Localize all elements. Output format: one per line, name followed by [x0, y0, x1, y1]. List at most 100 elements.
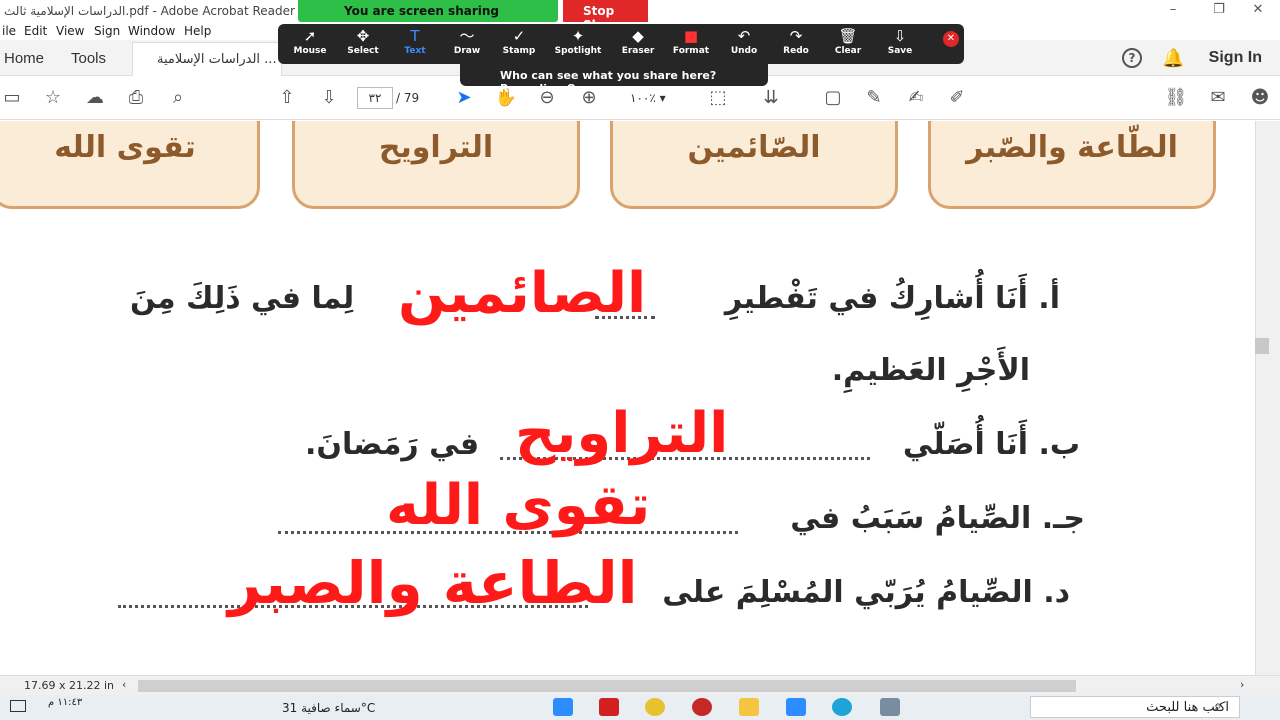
- help-icon[interactable]: ?: [1122, 48, 1142, 68]
- word-box-taqwa: تقوى الله: [0, 121, 260, 209]
- scroll-left-icon[interactable]: ‹: [122, 678, 126, 691]
- acrobat-window: الدراسات الإسلامية ثالث.pdf - Adobe Acro…: [0, 0, 1280, 720]
- annot-tool-select[interactable]: ✥ Select: [336, 26, 390, 64]
- annot-tool-format[interactable]: ■ Format: [664, 26, 718, 64]
- annot-label: Clear: [834, 46, 862, 56]
- annot-tool-text[interactable]: T Text: [388, 26, 442, 64]
- scroll-right-icon[interactable]: ›: [1240, 678, 1244, 691]
- minimize-button[interactable]: –: [1158, 2, 1188, 20]
- annotation-toolbar: ➚ Mouse ✥ Select T Text 〜 Draw ✓ Stamp ✦ Spotl…: [278, 24, 964, 64]
- upload-cloud-icon[interactable]: ☁: [83, 86, 107, 110]
- question-b-right: ب. أَنَا أُصَلّي: [902, 427, 1080, 462]
- annot-tool-spotlight[interactable]: ✦ Spotlight: [551, 26, 605, 64]
- email-icon[interactable]: ✉: [1206, 86, 1230, 110]
- page-number-input[interactable]: ٣٢: [357, 87, 393, 109]
- question-a-line2: الأَجْرِ العَظيمِ.: [831, 353, 1030, 388]
- record-app-icon[interactable]: [692, 698, 712, 716]
- answer-b: التراويح: [515, 401, 729, 466]
- draw-icon: 〜: [459, 27, 475, 45]
- vertical-scrollbar[interactable]: [1255, 121, 1280, 675]
- annot-tool-eraser[interactable]: ◆ Eraser: [611, 26, 665, 64]
- horizontal-scrollbar[interactable]: [138, 680, 1076, 692]
- zoom-app-icon[interactable]: [553, 698, 573, 716]
- chrome-app-icon[interactable]: [645, 698, 665, 716]
- share-user-icon[interactable]: ☻: [1248, 86, 1272, 110]
- answer-a: الصائمين: [398, 261, 647, 326]
- edge-app-icon[interactable]: [832, 698, 852, 716]
- star-icon[interactable]: ☆: [41, 86, 65, 110]
- document-tab-label: الدراسات الإسلامية ...: [157, 52, 277, 67]
- question-a-line1-left: لِما في ذَلِكَ مِنَ: [130, 281, 355, 316]
- annot-label: Draw: [453, 46, 481, 56]
- tab-home[interactable]: Home: [4, 50, 44, 67]
- search-zoom-icon[interactable]: ⌕: [166, 86, 190, 110]
- next-page-icon[interactable]: ⇩: [317, 86, 341, 110]
- zoom-meeting-icon[interactable]: [786, 698, 806, 716]
- annot-label: Spotlight: [554, 46, 602, 56]
- zoom-value: ١٠٠٪: [630, 91, 656, 105]
- menu-sign[interactable]: Sign: [94, 24, 120, 38]
- menu-file[interactable]: ile: [2, 24, 16, 38]
- save-icon: ⇩: [893, 27, 907, 45]
- move-icon: ✥: [356, 27, 370, 45]
- search-icon[interactable]: ⌕: [1214, 698, 1222, 714]
- bell-icon[interactable]: 🔔: [1162, 48, 1184, 69]
- stop-share-button[interactable]: Stop Share: [563, 0, 648, 32]
- menu-edit[interactable]: Edit: [24, 24, 47, 38]
- spotlight-icon: ✦: [571, 27, 585, 45]
- draw-sign-icon[interactable]: ✍: [904, 86, 928, 110]
- tab-document[interactable]: الدراسات الإسلامية ...: [132, 42, 282, 76]
- windows-taskbar: ١١:٤٣ م سماء صافية 31°C اكتب هنا للبحث ⌕: [0, 695, 1280, 720]
- acrobat-app-icon[interactable]: [599, 698, 619, 716]
- word-box-taah: الطّاعة والصّبر: [928, 121, 1216, 209]
- print-icon[interactable]: ⎙: [124, 86, 148, 110]
- notification-icon[interactable]: [10, 700, 26, 712]
- zoom-select[interactable]: ١٠٠٪ ▾: [620, 87, 686, 109]
- annot-label: Undo: [730, 46, 758, 56]
- comment-icon[interactable]: ▢: [821, 86, 845, 110]
- annot-tool-redo[interactable]: ↷ Redo: [769, 26, 823, 64]
- stamp-icon: ✓: [512, 27, 526, 45]
- fill-sign-icon[interactable]: ✐: [945, 86, 969, 110]
- vertical-scroll-thumb[interactable]: [1255, 338, 1269, 354]
- annot-tool-clear[interactable]: 🗑 Clear: [821, 26, 875, 64]
- menu-view[interactable]: View: [56, 24, 84, 38]
- question-c: جـ. الصِّيامُ سَبَبُ في: [790, 501, 1085, 536]
- window-title: الدراسات الإسلامية ثالث.pdf - Adobe Acro…: [4, 4, 341, 18]
- annot-tool-undo[interactable]: ↶ Undo: [717, 26, 771, 64]
- question-d: د. الصِّيامُ يُرَبّي المُسْلِمَ على: [662, 575, 1070, 610]
- select-cursor-icon[interactable]: ➤: [452, 86, 476, 110]
- annot-tool-save[interactable]: ⇩ Save: [873, 26, 927, 64]
- mouse-pointer-icon: ➚: [303, 27, 317, 45]
- sign-in-button[interactable]: Sign In: [1209, 49, 1262, 67]
- maximize-button[interactable]: ❐: [1204, 2, 1234, 20]
- annot-label: Mouse: [293, 46, 327, 56]
- screen-sharing-banner: You are screen sharing: [298, 0, 558, 22]
- redo-icon: ↷: [789, 27, 803, 45]
- fit-page-icon[interactable]: ⬚: [706, 86, 730, 110]
- answer-d: الطاعة والصبر: [228, 549, 638, 617]
- file-explorer-icon[interactable]: [739, 698, 759, 716]
- highlight-pen-icon[interactable]: ✎: [862, 86, 886, 110]
- menu-window[interactable]: Window: [128, 24, 175, 38]
- document-page: تقوى الله التراويح الصّائمين الطّاعة وال…: [0, 121, 1255, 675]
- annot-tool-draw[interactable]: 〜 Draw: [440, 26, 494, 64]
- status-bar: 17.69 x 21.22 in ‹ ›: [0, 675, 1280, 695]
- menu-help[interactable]: Help: [184, 24, 211, 38]
- annot-label: Save: [887, 46, 913, 56]
- close-window-button[interactable]: ✕: [1243, 2, 1273, 20]
- link-icon[interactable]: ⛓: [1164, 86, 1188, 110]
- save-file-icon[interactable]: ▭: [0, 86, 24, 110]
- scroll-mode-icon[interactable]: ⇊: [759, 86, 783, 110]
- task-view-icon[interactable]: [880, 698, 900, 716]
- annot-tool-mouse[interactable]: ➚ Mouse: [283, 26, 337, 64]
- annot-label: Text: [404, 46, 426, 56]
- annot-tool-stamp[interactable]: ✓ Stamp: [492, 26, 546, 64]
- tab-tools[interactable]: Tools: [71, 50, 106, 67]
- page-dimensions: 17.69 x 21.22 in: [24, 679, 115, 692]
- previous-page-icon[interactable]: ⇧: [275, 86, 299, 110]
- question-a-line1-right: أ. أَنَا أُشارِكُ في تَفْطيرِ: [724, 281, 1060, 316]
- annot-label: Redo: [783, 46, 809, 56]
- taskbar-search-input[interactable]: اكتب هنا للبحث: [1030, 696, 1240, 718]
- close-annotation-icon[interactable]: ✕: [943, 31, 959, 47]
